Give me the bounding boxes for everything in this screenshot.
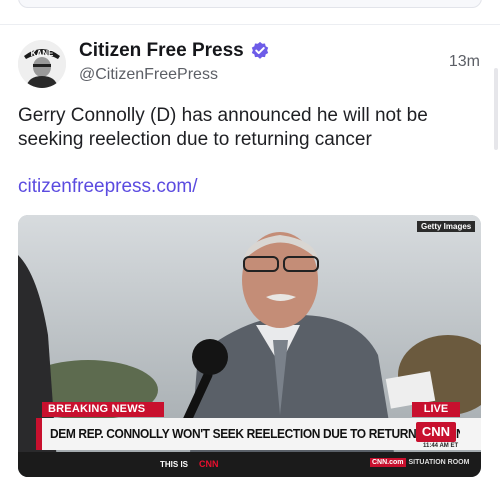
live-label: LIVE <box>412 402 460 417</box>
post-media-image[interactable]: Getty Images BREAKING NEWS LIVE DEM REP.… <box>18 215 481 477</box>
scrollbar[interactable] <box>494 68 498 150</box>
post-timestamp[interactable]: 13m <box>449 53 480 71</box>
chyron-end <box>460 418 481 450</box>
getty-watermark: Getty Images <box>417 221 476 232</box>
post-link[interactable]: citizenfreepress.com/ <box>18 176 198 198</box>
divider <box>0 24 500 25</box>
author-row: Citizen Free Press <box>79 40 270 62</box>
author-display-name[interactable]: Citizen Free Press <box>79 40 244 62</box>
program-label: CNN.com SITUATION ROOM <box>370 458 470 467</box>
verified-badge-icon <box>251 41 268 59</box>
previous-post-edge <box>0 0 500 22</box>
post-text: Gerry Connolly (D) has announced he will… <box>18 105 428 150</box>
broadcast-clock: 11:44 AM ET <box>423 443 459 449</box>
program-name: SITUATION ROOM <box>408 459 470 466</box>
previous-card <box>18 0 482 8</box>
this-is-label: THIS IS <box>160 460 189 469</box>
this-is-logo: CNN <box>199 459 219 469</box>
avatar-text: KANE <box>31 49 54 58</box>
avatar-image: KANE <box>18 40 66 88</box>
cnn-logo: CNN <box>416 422 456 442</box>
breaking-news-label: BREAKING NEWS <box>42 402 164 417</box>
avatar[interactable]: KANE <box>18 40 66 88</box>
author-handle[interactable]: @CitizenFreePress <box>79 66 218 84</box>
ticker-bar: THIS IS CNN CNN.com SITUATION ROOM <box>18 452 481 477</box>
site-logo: CNN.com <box>370 458 406 467</box>
chyron: DEM REP. CONNOLLY WON'T SEEK REELECTION … <box>36 418 481 450</box>
